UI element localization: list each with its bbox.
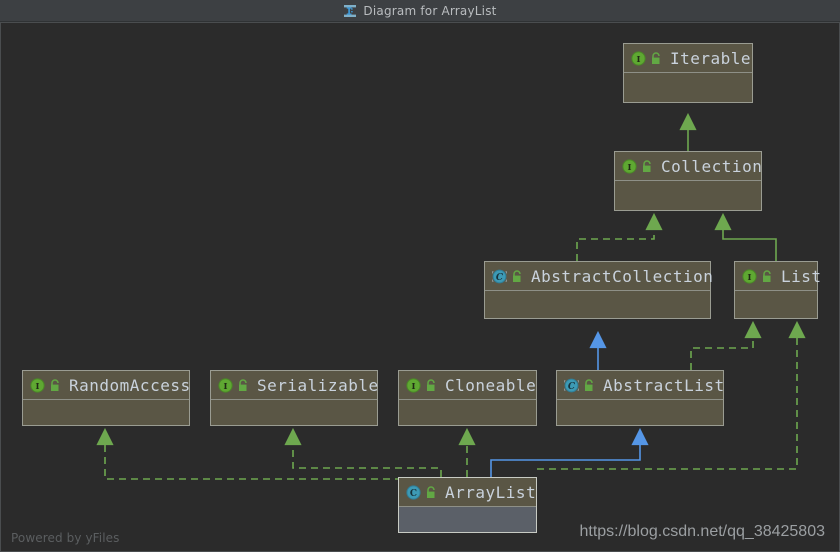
svg-text:I: I [224, 382, 228, 392]
node-members [485, 291, 710, 318]
node-header: C AbstractCollection [485, 262, 714, 291]
node-members [399, 507, 536, 532]
edge-arraylist-randomaccess [96, 427, 413, 480]
interface-icon: I [631, 50, 646, 66]
svg-text:C: C [568, 382, 576, 392]
node-members [557, 400, 723, 425]
class-node-arraylist[interactable]: C ArrayList [398, 477, 537, 533]
node-header: I Serializable [211, 371, 379, 400]
diagram-icon [344, 4, 357, 17]
node-members [23, 400, 189, 425]
lock-icon [513, 269, 521, 282]
interface-icon: I [742, 268, 757, 284]
lock-icon [585, 378, 593, 391]
svg-text:I: I [748, 273, 752, 283]
svg-text:I: I [637, 55, 641, 65]
node-label: AbstractList [603, 375, 725, 395]
interface-icon: I [30, 377, 45, 393]
node-members [615, 181, 761, 210]
abstract-class-icon: C [564, 378, 579, 392]
edge-abstractlist-list [690, 320, 762, 370]
lock-icon [51, 378, 59, 391]
window-titlebar: Diagram for ArrayList [0, 0, 840, 22]
interface-icon: I [406, 377, 421, 393]
lock-icon [427, 485, 435, 498]
lock-icon [643, 159, 651, 172]
svg-text:C: C [496, 273, 504, 283]
node-members [399, 400, 536, 425]
node-label: Serializable [257, 375, 379, 395]
node-label: RandomAccess [69, 375, 191, 395]
class-node-serializable[interactable]: I Serializable [210, 370, 378, 426]
node-members [624, 73, 752, 102]
edge-arraylist-abstractlist [490, 427, 649, 477]
lock-icon [239, 378, 247, 391]
lock-icon [763, 269, 771, 282]
svg-text:C: C [410, 489, 417, 499]
node-members [735, 291, 817, 318]
class-node-cloneable[interactable]: I Cloneable [398, 370, 537, 426]
node-label: List [781, 266, 822, 286]
diagram-canvas[interactable]: I Iterable I Collection C AbstractCollec… [0, 22, 840, 552]
abstract-class-icon: C [492, 269, 507, 283]
svg-text:I: I [412, 382, 416, 392]
yfiles-watermark: Powered by yFiles [11, 531, 120, 545]
node-header: I Collection [615, 152, 763, 181]
interface-icon: I [218, 377, 233, 393]
class-node-abstractlist[interactable]: C AbstractList [556, 370, 724, 426]
class-node-iterable[interactable]: I Iterable [623, 43, 753, 103]
diagram-window: Diagram for ArrayList I Iterable I Colle… [0, 0, 840, 552]
lock-icon [427, 378, 435, 391]
node-header: C ArrayList [399, 478, 536, 507]
edge-arraylist-serializable [284, 427, 442, 477]
csdn-watermark: https://blog.csdn.net/qq_38425803 [579, 523, 825, 540]
node-header: I Cloneable [399, 371, 536, 400]
node-header: I RandomAccess [23, 371, 191, 400]
node-label: AbstractCollection [531, 266, 714, 286]
node-label: ArrayList [445, 482, 537, 502]
lock-icon [652, 51, 660, 64]
node-header: C AbstractList [557, 371, 725, 400]
node-header: I List [735, 262, 821, 291]
window-title: Diagram for ArrayList [363, 3, 497, 18]
node-label: Iterable [670, 48, 752, 68]
class-node-abstractcollection[interactable]: C AbstractCollection [484, 261, 714, 319]
interface-icon: I [622, 158, 637, 174]
node-label: Cloneable [445, 375, 537, 395]
edge-list-collection [714, 212, 777, 261]
node-members [211, 400, 377, 425]
class-node-list[interactable]: I List [734, 261, 821, 319]
svg-text:I: I [628, 163, 632, 173]
class-node-collection[interactable]: I Collection [614, 151, 762, 211]
node-header: I Iterable [624, 44, 752, 73]
edge-abstractcollection-collection [576, 212, 663, 261]
class-node-randomaccess[interactable]: I RandomAccess [22, 370, 190, 426]
node-label: Collection [661, 156, 763, 176]
class-icon: C [406, 484, 421, 500]
svg-text:I: I [36, 382, 40, 392]
